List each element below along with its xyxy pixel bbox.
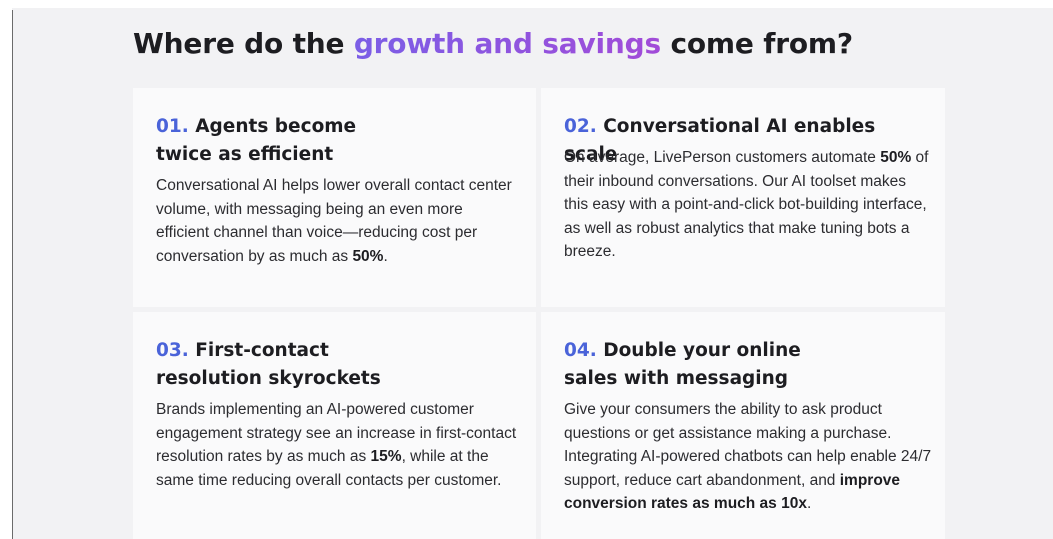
card-title: 01. Agents become twice as efficient: [156, 113, 526, 169]
card-body: Give your consumers the ability to ask p…: [564, 398, 934, 516]
body-text: .: [806, 495, 812, 513]
page-headline: Where do the growth and savings come fro…: [133, 27, 933, 60]
page: Where do the growth and savings come fro…: [0, 0, 1053, 539]
card-number: 01.: [156, 116, 189, 137]
card-body: Conversational AI helps lower overall co…: [156, 174, 518, 268]
card-title-line1: Double your online: [603, 340, 801, 361]
card-title-line2: resolution skyrockets: [156, 368, 381, 389]
card-conversational-ai-scale: 02. Conversational AI enables scale On a…: [541, 88, 945, 307]
card-number: 02.: [564, 116, 597, 137]
card-agents-efficient: 01. Agents become twice as efficient Con…: [133, 88, 536, 307]
headline-accent: growth and savings: [353, 27, 661, 60]
card-number: 04.: [564, 340, 597, 361]
body-text: On average, LivePerson customers automat…: [564, 149, 881, 166]
card-first-contact-resolution: 03. First-contact resolution skyrockets …: [133, 312, 536, 539]
body-emphasis: 50%: [352, 247, 384, 265]
headline-prefix: Where do the: [133, 27, 354, 60]
card-title: 03. First-contact resolution skyrockets: [156, 337, 526, 393]
body-emphasis: 15%: [370, 448, 402, 466]
card-title-line1: First-contact: [195, 340, 329, 361]
body-text: Conversational AI helps lower overall co…: [156, 177, 512, 265]
card-title-line1: Agents become: [195, 116, 357, 137]
headline-suffix: come from?: [660, 27, 853, 60]
card-body: Brands implementing an AI-powered custom…: [156, 398, 518, 492]
card-title: 04. Double your online sales with messag…: [564, 337, 934, 393]
body-emphasis: 50%: [880, 149, 912, 166]
card-title-line2: twice as efficient: [156, 144, 334, 165]
card-body: On average, LivePerson customers automat…: [564, 146, 934, 264]
card-online-sales-messaging: 04. Double your online sales with messag…: [541, 312, 945, 539]
card-title-line2: sales with messaging: [564, 368, 789, 389]
card-number: 03.: [156, 340, 189, 361]
body-text: .: [383, 247, 388, 265]
